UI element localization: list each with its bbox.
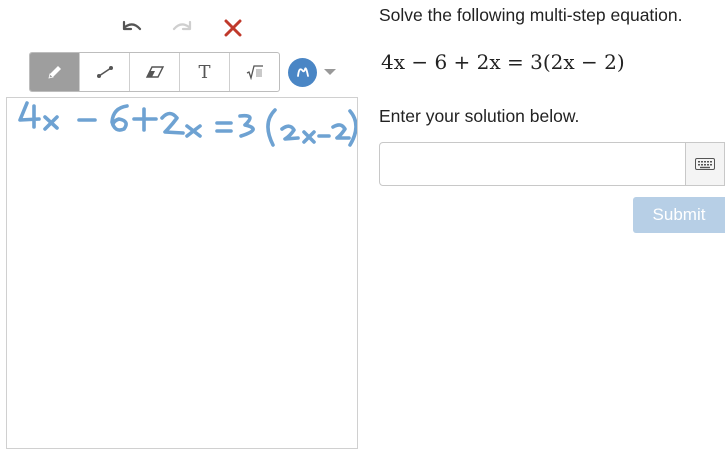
clear-canvas-button[interactable] [218, 14, 248, 42]
close-x-icon [224, 19, 242, 37]
drawing-canvas[interactable] [6, 97, 358, 449]
answer-input[interactable] [379, 142, 686, 186]
redo-arrow-icon [172, 20, 192, 31]
eraser-tool-button[interactable] [130, 53, 180, 91]
line-tool-button[interactable] [80, 53, 130, 91]
math-tool-icon [246, 65, 263, 80]
math-tool-button[interactable] [230, 53, 279, 91]
text-tool-icon: T [198, 61, 211, 83]
redo-button[interactable] [167, 14, 197, 42]
selected-color-swatch [288, 57, 317, 87]
math-keyboard-button[interactable] [685, 142, 725, 186]
question-prompt: Solve the following multi-step equation. [379, 5, 683, 25]
pencil-tool-button[interactable] [30, 53, 80, 91]
text-tool-button[interactable]: T [180, 53, 230, 91]
keyboard-icon [695, 158, 715, 170]
chevron-down-icon [324, 69, 336, 75]
squiggle-icon [296, 67, 309, 77]
undo-arrow-icon [122, 20, 142, 31]
answer-instruction: Enter your solution below. [379, 106, 580, 126]
undo-button[interactable] [117, 14, 147, 42]
drawing-toolbar: T [29, 52, 280, 92]
pencil-icon [47, 66, 61, 79]
submit-button[interactable]: Submit [633, 197, 725, 233]
eraser-icon [145, 66, 164, 78]
handwritten-work [18, 101, 357, 147]
equation: 4x − 6 + 2x = 3(2x − 2) [381, 50, 625, 74]
line-icon [96, 66, 113, 78]
color-picker[interactable] [288, 57, 338, 87]
